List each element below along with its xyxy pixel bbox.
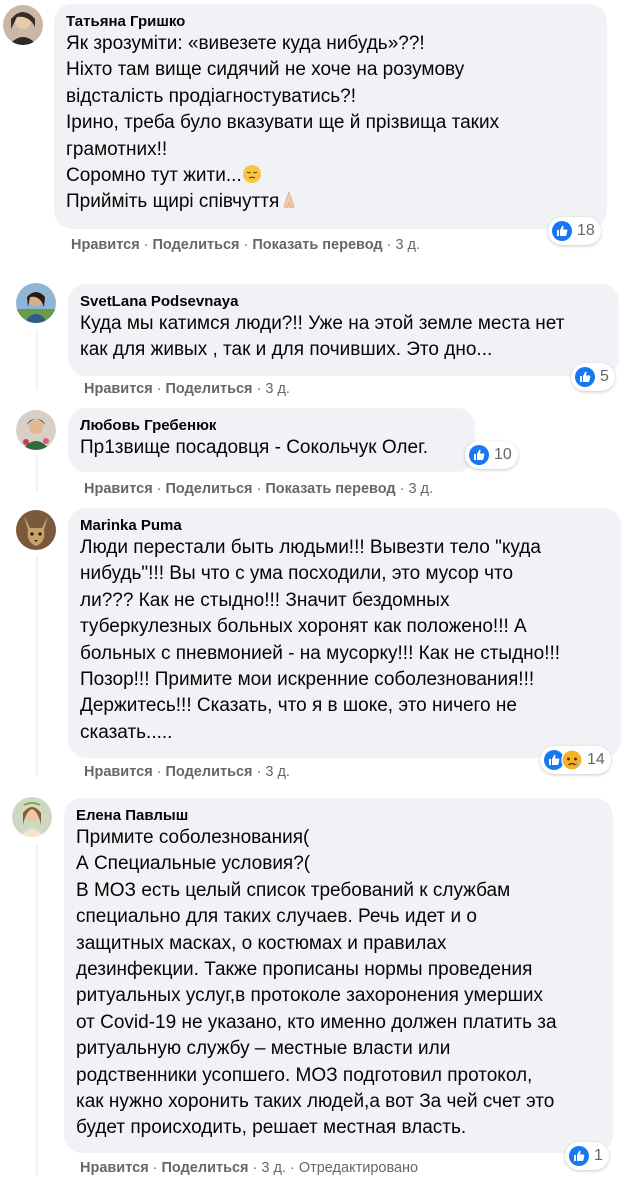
comment-actions: Нравится · Поделиться · Показать перевод · 3 д… bbox=[84, 481, 434, 497]
thread-line bbox=[36, 845, 38, 1175]
reaction-count: 18 bbox=[577, 222, 595, 239]
comment-author[interactable]: Татьяна Гришко bbox=[66, 12, 595, 31]
comment-author[interactable]: Любовь Гребенюк bbox=[80, 416, 463, 435]
comment-bubble: Любовь Гребенюк Пр1звище посадовця - Сок… bbox=[68, 408, 475, 472]
comment-text-line: как нужно хоронить таких людей,а вот За … bbox=[76, 1091, 555, 1113]
thread-line bbox=[36, 330, 38, 390]
comment-text-line: родственники усопшего. МОЗ подготовил пр… bbox=[76, 1064, 533, 1086]
comment-actions: Нравится · Поделиться · 3 д. · Отредактировано bbox=[80, 1160, 419, 1176]
share-link[interactable]: Поделиться bbox=[153, 237, 240, 253]
comment-text-line: сказать..... bbox=[80, 721, 173, 743]
comment-text-line: відсталість продіагностуватись?! bbox=[66, 85, 357, 107]
comment-text-line: защитных масках, о костюмах и правилах bbox=[76, 932, 447, 954]
comment-text-line: ритуальных услуг,в протоколе захоронения… bbox=[76, 985, 544, 1007]
comment-time[interactable]: 3 д. bbox=[408, 481, 433, 497]
avatar[interactable] bbox=[16, 510, 56, 550]
reactions-badge[interactable]: 10 bbox=[465, 441, 518, 469]
comment-time[interactable]: 3 д. bbox=[261, 1160, 286, 1176]
like-icon bbox=[469, 445, 489, 465]
comment-text-line: Держитесь!!! Сказать, что я в шоке, это … bbox=[80, 695, 517, 717]
thread-line bbox=[36, 455, 38, 491]
comment-bubble: SvetLana Podsevnaya Куда мы катимся люди… bbox=[68, 284, 619, 376]
edited-label[interactable]: Отредактировано bbox=[299, 1160, 418, 1176]
avatar[interactable] bbox=[3, 5, 43, 45]
comment-bubble: Татьяна Гришко Як зрозуміти: «вивезете к… bbox=[54, 4, 607, 229]
reactions-badge[interactable]: 5 bbox=[571, 363, 615, 391]
comment-text-line: Ірино, треба було вказувати ще й прізвищ… bbox=[66, 112, 500, 134]
comment-text-line: грамотних!! bbox=[66, 138, 168, 160]
comment-text-line: Як зрозуміти: «вивезете куда нибудь»??! bbox=[66, 33, 425, 54]
comment-text-line: Ніхто там вище сидячий не хоче на розумо… bbox=[66, 59, 465, 81]
avatar[interactable] bbox=[16, 283, 56, 323]
comment-text-line: Люди перестали быть людьми!!! Вывезти те… bbox=[80, 537, 541, 558]
like-icon bbox=[569, 1146, 589, 1166]
comment-text-line: Пр1звище посадовця - Сокольчук Олег. bbox=[80, 437, 428, 458]
comment-text-line: нибудь"!!! Вы что с ума посходили, это м… bbox=[80, 563, 514, 585]
share-link[interactable]: Поделиться bbox=[166, 764, 253, 780]
reactions-badge[interactable]: 1 bbox=[565, 1142, 609, 1170]
avatar[interactable] bbox=[16, 410, 56, 450]
comment-text-line: Примите соболезнования( bbox=[76, 827, 310, 848]
like-icon bbox=[575, 367, 595, 387]
comment-text-line: специально для таких случаев. Речь идет … bbox=[76, 906, 477, 928]
comment-actions: Нравится · Поделиться · 3 д. bbox=[84, 381, 290, 397]
comment-text: Прийміть щирі співчуття bbox=[66, 191, 280, 213]
comment-author[interactable]: Marinka Puma bbox=[80, 516, 609, 535]
comment-actions: Нравится · Поделиться · Показать перевод · 3 д… bbox=[71, 237, 421, 253]
pensive-face-icon bbox=[242, 165, 261, 184]
like-icon bbox=[552, 221, 572, 241]
comment-author[interactable]: Елена Павлыш bbox=[76, 806, 601, 825]
thread-line bbox=[36, 556, 38, 776]
avatar[interactable] bbox=[12, 797, 52, 837]
comment-time[interactable]: 3 д. bbox=[265, 381, 290, 397]
reactions-badge[interactable]: 18 bbox=[548, 217, 601, 245]
comment-text-line: от Covid-19 не указано, кто именно долже… bbox=[76, 1011, 557, 1033]
comment-text-line: ли??? Как не стыдно!!! Значит бездомных bbox=[80, 589, 450, 611]
comment-text-line: Соромно тут жити... bbox=[66, 163, 595, 189]
comment-actions: Нравится · Поделиться · 3 д. bbox=[84, 764, 290, 780]
comment-time[interactable]: 3 д. bbox=[265, 764, 290, 780]
like-link[interactable]: Нравится bbox=[80, 1160, 149, 1176]
share-link[interactable]: Поделиться bbox=[166, 381, 253, 397]
comment-text-line: будет происходить, решает местная власть… bbox=[76, 1117, 467, 1139]
sad-icon bbox=[561, 749, 583, 771]
reaction-count: 14 bbox=[587, 751, 605, 768]
reaction-count: 1 bbox=[594, 1147, 603, 1164]
reactions-badge[interactable]: 14 bbox=[540, 746, 611, 774]
comment-text-line: Куда мы катимся люди?!! Уже на этой земл… bbox=[80, 313, 565, 334]
translate-link[interactable]: Показать перевод bbox=[252, 237, 382, 253]
translate-link[interactable]: Показать перевод bbox=[265, 481, 395, 497]
comment-bubble: Marinka Puma Люди перестали быть людьми!… bbox=[68, 508, 621, 758]
comment-text-line: Прийміть щирі співчуття bbox=[66, 189, 595, 215]
comment-text-line: туберкулезных больных хоронят как положе… bbox=[80, 616, 527, 638]
comment-text-line: больных с пневмонией - на мусорку!!! Как… bbox=[80, 642, 561, 664]
comment-bubble: Елена Павлыш Примите соболезнования( А С… bbox=[64, 798, 613, 1153]
comment-text-line: ритуальную службу – местные власти или bbox=[76, 1038, 451, 1060]
like-link[interactable]: Нравится bbox=[84, 481, 153, 497]
reaction-count: 5 bbox=[600, 368, 609, 385]
reaction-count: 10 bbox=[494, 446, 512, 463]
comment-text-line: Позор!!! Примите мои искренние соболезно… bbox=[80, 669, 535, 691]
comment-text-line: как для живых , так и для почивших. Это … bbox=[80, 339, 493, 361]
comment-text-line: А Специальные условия?( bbox=[76, 853, 311, 875]
comment-text-line: дезинфекции. Также прописаны нормы прове… bbox=[76, 959, 533, 981]
comment-time[interactable]: 3 д. bbox=[395, 237, 420, 253]
like-link[interactable]: Нравится bbox=[84, 764, 153, 780]
like-link[interactable]: Нравится bbox=[84, 381, 153, 397]
comment-text-line: В МОЗ есть целый список требований к слу… bbox=[76, 879, 511, 901]
folded-hands-icon bbox=[283, 191, 295, 209]
share-link[interactable]: Поделиться bbox=[162, 1160, 249, 1176]
like-link[interactable]: Нравится bbox=[71, 237, 140, 253]
comment-author[interactable]: SvetLana Podsevnaya bbox=[80, 292, 607, 311]
share-link[interactable]: Поделиться bbox=[166, 481, 253, 497]
comment-text: Соромно тут жити... bbox=[66, 165, 242, 187]
